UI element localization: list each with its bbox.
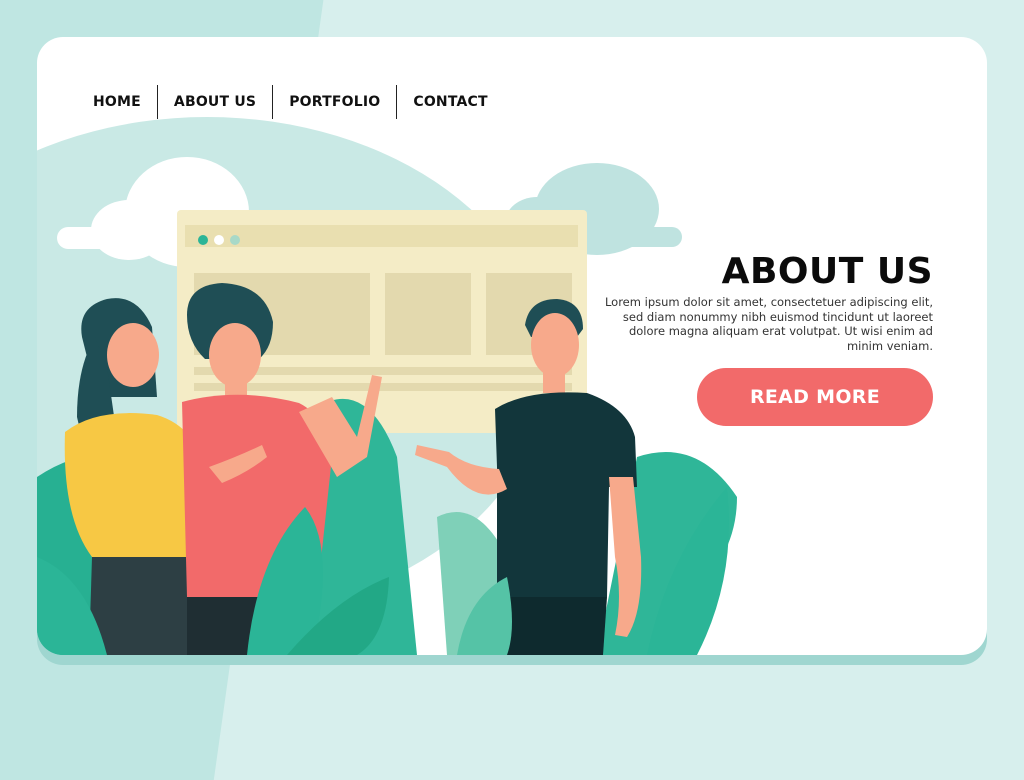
nav-portfolio[interactable]: PORTFOLIO — [272, 85, 396, 119]
landing-card: HOME ABOUT US PORTFOLIO CONTACT ABOUT US… — [37, 37, 987, 655]
read-more-button[interactable]: READ MORE — [697, 368, 933, 426]
top-navigation: HOME ABOUT US PORTFOLIO CONTACT — [93, 85, 504, 119]
page-description: Lorem ipsum dolor sit amet, consectetuer… — [604, 295, 933, 353]
nav-about-us[interactable]: ABOUT US — [156, 85, 272, 119]
nav-contact[interactable]: CONTACT — [396, 85, 503, 119]
nav-home[interactable]: HOME — [93, 85, 157, 119]
page-title: ABOUT US — [721, 251, 933, 292]
